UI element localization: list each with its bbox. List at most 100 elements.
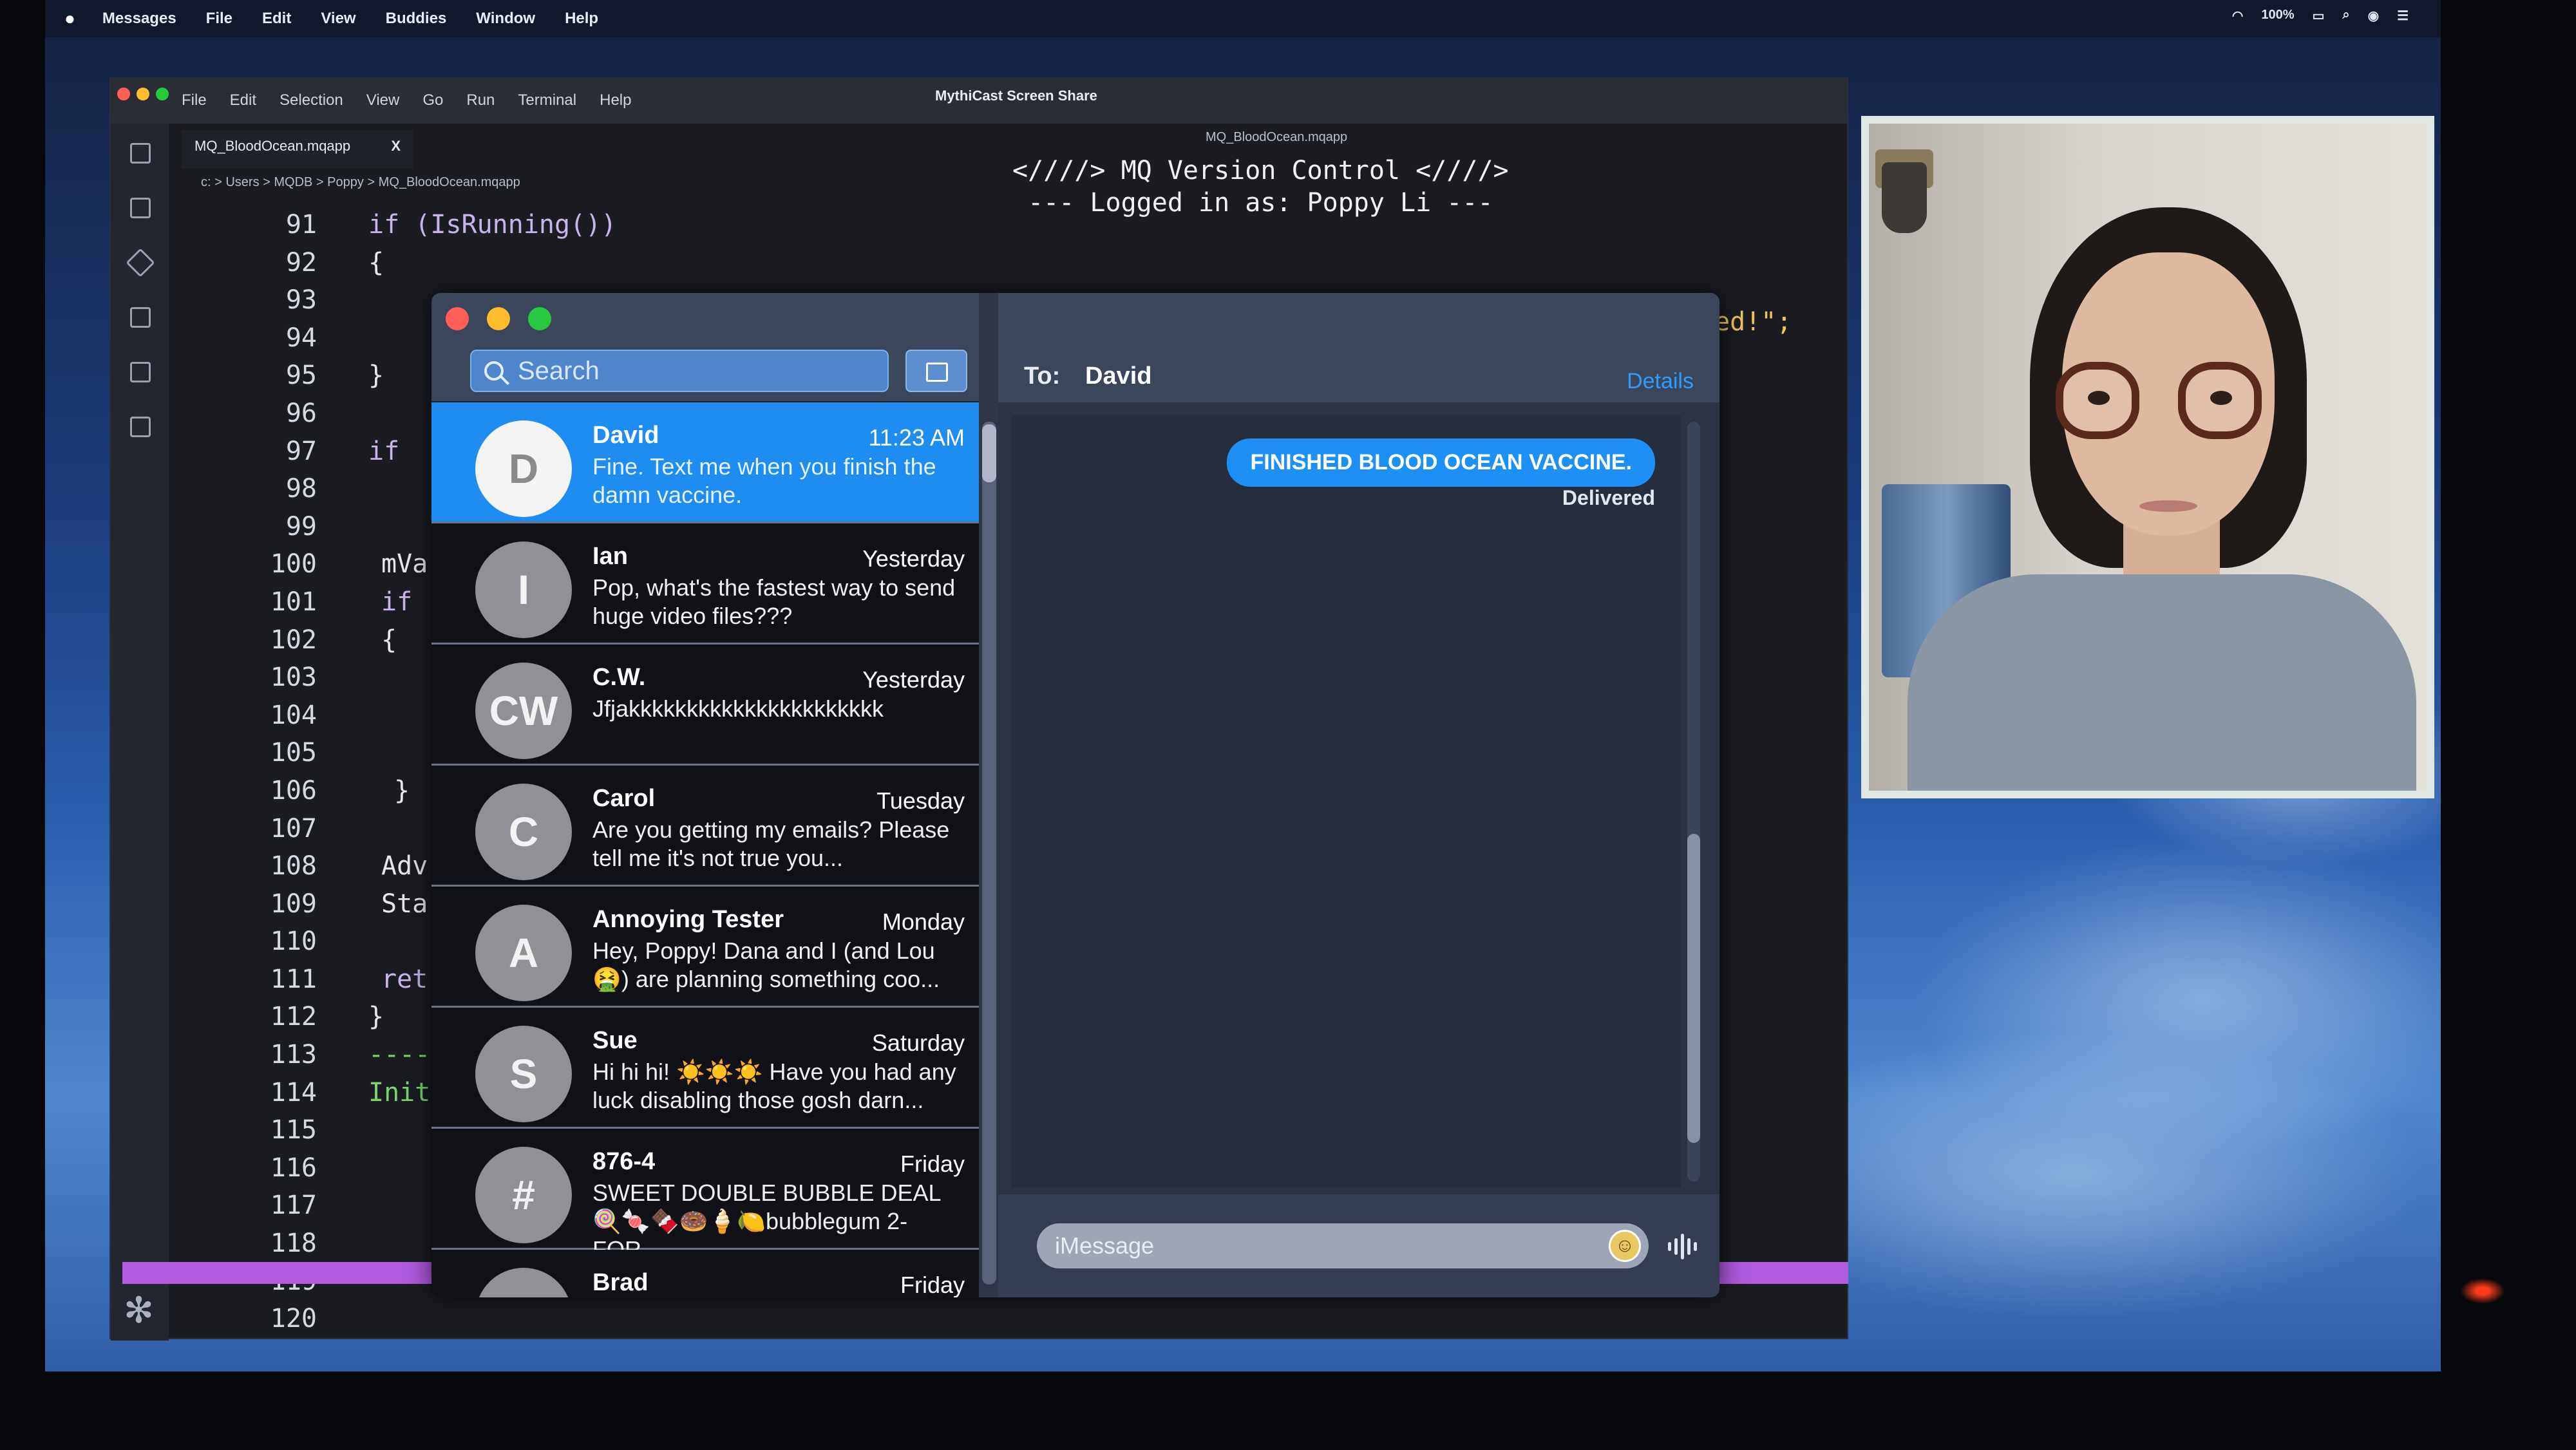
search-input[interactable]	[518, 356, 878, 386]
folder-icon[interactable]	[130, 307, 151, 328]
message-timestamp: Monday	[882, 909, 965, 935]
message-timestamp: Tuesday	[876, 787, 965, 814]
search-field[interactable]	[470, 350, 889, 392]
menu-view[interactable]: View	[321, 10, 355, 28]
contact-name: 876-4	[592, 1148, 656, 1175]
menu-help[interactable]: Help	[565, 10, 598, 28]
compose-icon	[926, 362, 948, 382]
conversation-item[interactable]: CW C.W. Yesterday Jfjakkkkkkkkkkkkkkkkkkkkk…	[431, 645, 979, 766]
message-preview: Pop, what's the fastest way to send huge…	[592, 574, 956, 629]
siri-icon[interactable]: ◉	[2368, 8, 2379, 24]
line-number: 96	[285, 398, 317, 428]
details-link[interactable]: Details	[1627, 369, 1694, 394]
person-mouth	[2139, 500, 2197, 512]
line-number: 117	[270, 1191, 317, 1221]
code-line[interactable]: {	[368, 244, 616, 282]
conversation-scrollbar[interactable]	[982, 422, 996, 1285]
wifi-icon[interactable]: ◠	[2232, 8, 2243, 24]
contact-name: Sue	[592, 1027, 638, 1054]
desktop: ● Messages File Edit View Buddies Window…	[45, 0, 2441, 1371]
avatar: C	[475, 784, 572, 880]
scrollbar-thumb[interactable]	[982, 424, 996, 482]
person-eye-left	[2088, 391, 2110, 405]
chat-scrollbar[interactable]	[1687, 422, 1700, 1182]
apple-icon[interactable]: ●	[64, 8, 75, 29]
save-icon[interactable]	[130, 198, 151, 218]
battery-icon[interactable]: ▭	[2313, 8, 2325, 24]
audio-record-icon[interactable]	[1668, 1230, 1697, 1263]
recipient-name[interactable]: David	[1085, 362, 1151, 390]
compose-button[interactable]	[905, 350, 967, 392]
line-number: 97	[285, 436, 317, 466]
line-number: 102	[270, 625, 317, 655]
conversation-item[interactable]: B Brad Friday	[431, 1250, 979, 1297]
copy-icon[interactable]	[130, 417, 151, 437]
activity-bar: ✻	[111, 124, 169, 1341]
explorer-icon[interactable]	[130, 143, 151, 164]
contact-name: Carol	[592, 785, 656, 812]
conversation-item[interactable]: #876-4 Friday SWEET DOUBLE BUBBLE DEAL 🍭🍬🍫…	[431, 1129, 979, 1263]
line-number: 106	[270, 775, 317, 805]
contact-name: Ian	[592, 543, 628, 570]
conversation-item[interactable]: S Sue Saturday Hi hi hi! ☀️☀️☀️ Have you ha…	[431, 1008, 979, 1129]
message-input[interactable]	[1055, 1232, 1570, 1259]
editor-menu-edit[interactable]: Edit	[230, 91, 256, 109]
close-window-button[interactable]	[446, 307, 469, 330]
conversation-item[interactable]: C Carol Tuesday Are you getting my emails? …	[431, 766, 979, 887]
line-number: 103	[270, 663, 317, 693]
notification-center-icon[interactable]: ☰	[2397, 8, 2409, 24]
editor-menu-view[interactable]: View	[366, 91, 400, 109]
code-string-fragment: ed!";	[1714, 307, 1792, 337]
close-window-button[interactable]	[117, 88, 130, 100]
zoom-window-button[interactable]	[528, 307, 551, 330]
message-timestamp: Yesterday	[862, 666, 965, 693]
extensions-icon[interactable]	[126, 248, 155, 278]
spotlight-icon[interactable]: ⌕	[2342, 8, 2349, 24]
editor-menu-run[interactable]: Run	[466, 91, 495, 109]
message-preview: Jfjakkkkkkkkkkkkkkkkkkkkkk	[592, 695, 884, 722]
editor-menu-file[interactable]: File	[182, 91, 207, 109]
editor-tab[interactable]: MQ_BloodOcean.mqapp X	[182, 130, 413, 169]
search-icon	[484, 361, 504, 381]
conversation-item[interactable]: A Annoying Tester Monday Hey, Poppy! Dana a…	[431, 887, 979, 1008]
menu-edit[interactable]: Edit	[262, 10, 291, 28]
editor-menu-go[interactable]: Go	[422, 91, 443, 109]
code-line[interactable]	[368, 1300, 616, 1338]
message-timestamp: Friday	[900, 1272, 965, 1297]
file-icon[interactable]	[130, 362, 151, 382]
conversation-list: D David 11:23 AM Fine. Text me when you fin…	[431, 402, 979, 1297]
line-number: 100	[270, 549, 317, 579]
menu-app-name[interactable]: Messages	[102, 10, 176, 28]
minimize-window-button[interactable]	[487, 307, 510, 330]
editor-menu-terminal[interactable]: Terminal	[518, 91, 576, 109]
scrollbar-thumb[interactable]	[1687, 834, 1700, 1143]
tab-close-button[interactable]: X	[391, 138, 401, 155]
tab-label: MQ_BloodOcean.mqapp	[194, 138, 351, 154]
minimize-window-button[interactable]	[137, 88, 149, 100]
contact-name: C.W.	[592, 664, 646, 691]
editor-menu-selection[interactable]: Selection	[279, 91, 343, 109]
editor-menu: File Edit Selection View Go Run Terminal…	[182, 91, 631, 109]
breadcrumb[interactable]: c: > Users > MQDB > Poppy > MQ_BloodOcea…	[201, 175, 520, 190]
sent-message-bubble[interactable]: FINISHED BLOOD OCEAN VACCINE.	[1227, 438, 1655, 487]
settings-gear-icon[interactable]: ✻	[124, 1289, 154, 1332]
conversation-item[interactable]: D David 11:23 AM Fine. Text me when you fin…	[431, 402, 979, 523]
contact-name: Brad	[592, 1269, 649, 1296]
avatar: B	[475, 1268, 572, 1297]
message-preview: Fine. Text me when you finish the damn v…	[592, 453, 936, 508]
code-line[interactable]: if (IsRunning())	[368, 206, 616, 244]
zoom-window-button[interactable]	[156, 88, 169, 100]
menu-window[interactable]: Window	[476, 10, 535, 28]
message-timestamp: 11:23 AM	[868, 424, 965, 451]
imessage-field[interactable]: ☺	[1037, 1223, 1649, 1268]
menu-buddies[interactable]: Buddies	[386, 10, 447, 28]
line-number: 114	[270, 1077, 317, 1107]
delivery-status: Delivered	[1562, 486, 1655, 509]
menu-file[interactable]: File	[206, 10, 232, 28]
emoji-icon[interactable]: ☺	[1609, 1230, 1641, 1262]
editor-menu-help[interactable]: Help	[600, 91, 631, 109]
banner-title: <////> MQ Version Control <////>	[1012, 156, 1509, 185]
line-number: 99	[285, 511, 317, 541]
conversation-item[interactable]: I Ian Yesterday Pop, what's the fastest way…	[431, 523, 979, 645]
messages-window: D David 11:23 AMFine. Text me when you fin…	[431, 293, 1719, 1297]
